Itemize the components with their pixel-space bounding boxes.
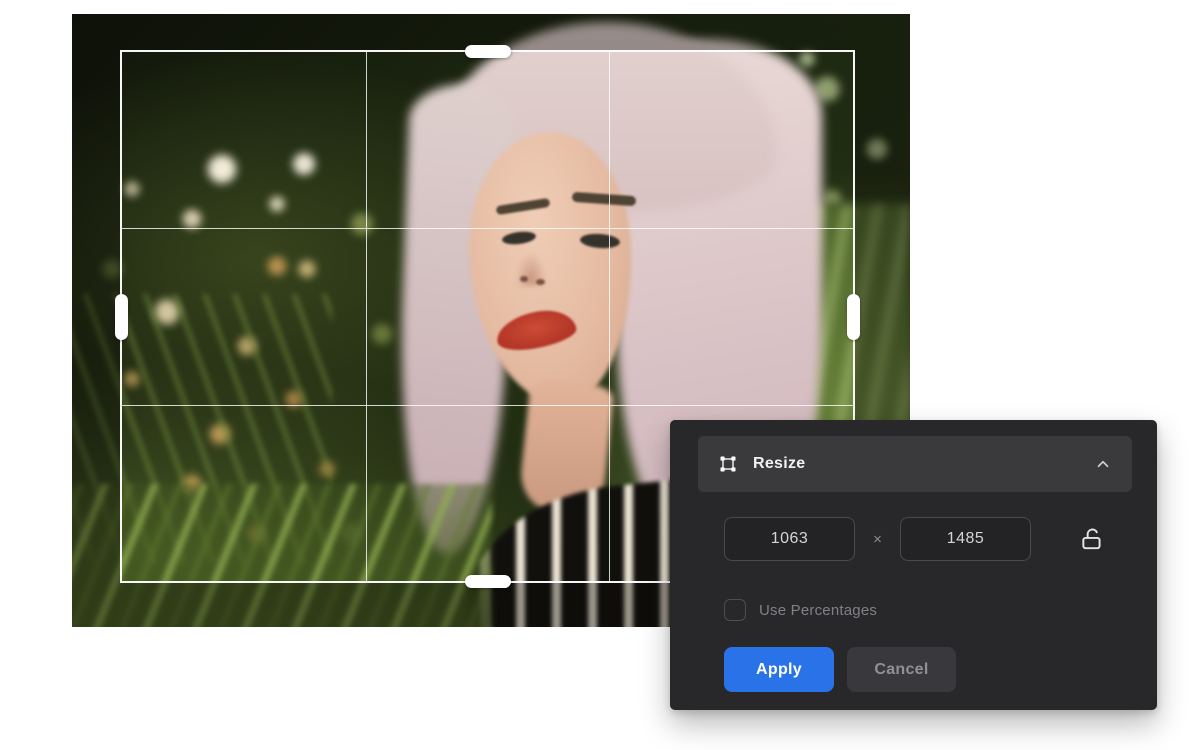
- crop-dim-overlay: [72, 50, 120, 583]
- grid-line-vertical: [366, 52, 367, 581]
- transform-handles-icon: [718, 454, 738, 474]
- grid-line-vertical: [609, 52, 610, 581]
- dimensions-row: ×: [724, 517, 1105, 561]
- chevron-up-icon[interactable]: [1094, 455, 1112, 473]
- use-percentages-checkbox[interactable]: [724, 599, 746, 621]
- editor-stage: Resize × Use Percentages Apply: [0, 0, 1200, 750]
- cancel-button[interactable]: Cancel: [847, 647, 956, 692]
- panel-actions: Apply Cancel: [724, 647, 956, 692]
- panel-title: Resize: [753, 455, 806, 473]
- crop-handle-bottom[interactable]: [465, 575, 511, 588]
- width-input[interactable]: [724, 517, 855, 561]
- crop-handle-right[interactable]: [847, 294, 860, 340]
- unlock-icon[interactable]: [1079, 526, 1105, 552]
- apply-button[interactable]: Apply: [724, 647, 834, 692]
- use-percentages-label[interactable]: Use Percentages: [759, 602, 877, 619]
- height-input[interactable]: [900, 517, 1031, 561]
- crop-handle-top[interactable]: [465, 45, 511, 58]
- grid-line-horizontal: [122, 405, 853, 406]
- use-percentages-row[interactable]: Use Percentages: [724, 599, 877, 621]
- resize-panel-header[interactable]: Resize: [698, 436, 1132, 492]
- crop-handle-left[interactable]: [115, 294, 128, 340]
- resize-panel: Resize × Use Percentages Apply: [670, 420, 1157, 710]
- grid-line-horizontal: [122, 228, 853, 229]
- dimension-separator: ×: [855, 531, 900, 548]
